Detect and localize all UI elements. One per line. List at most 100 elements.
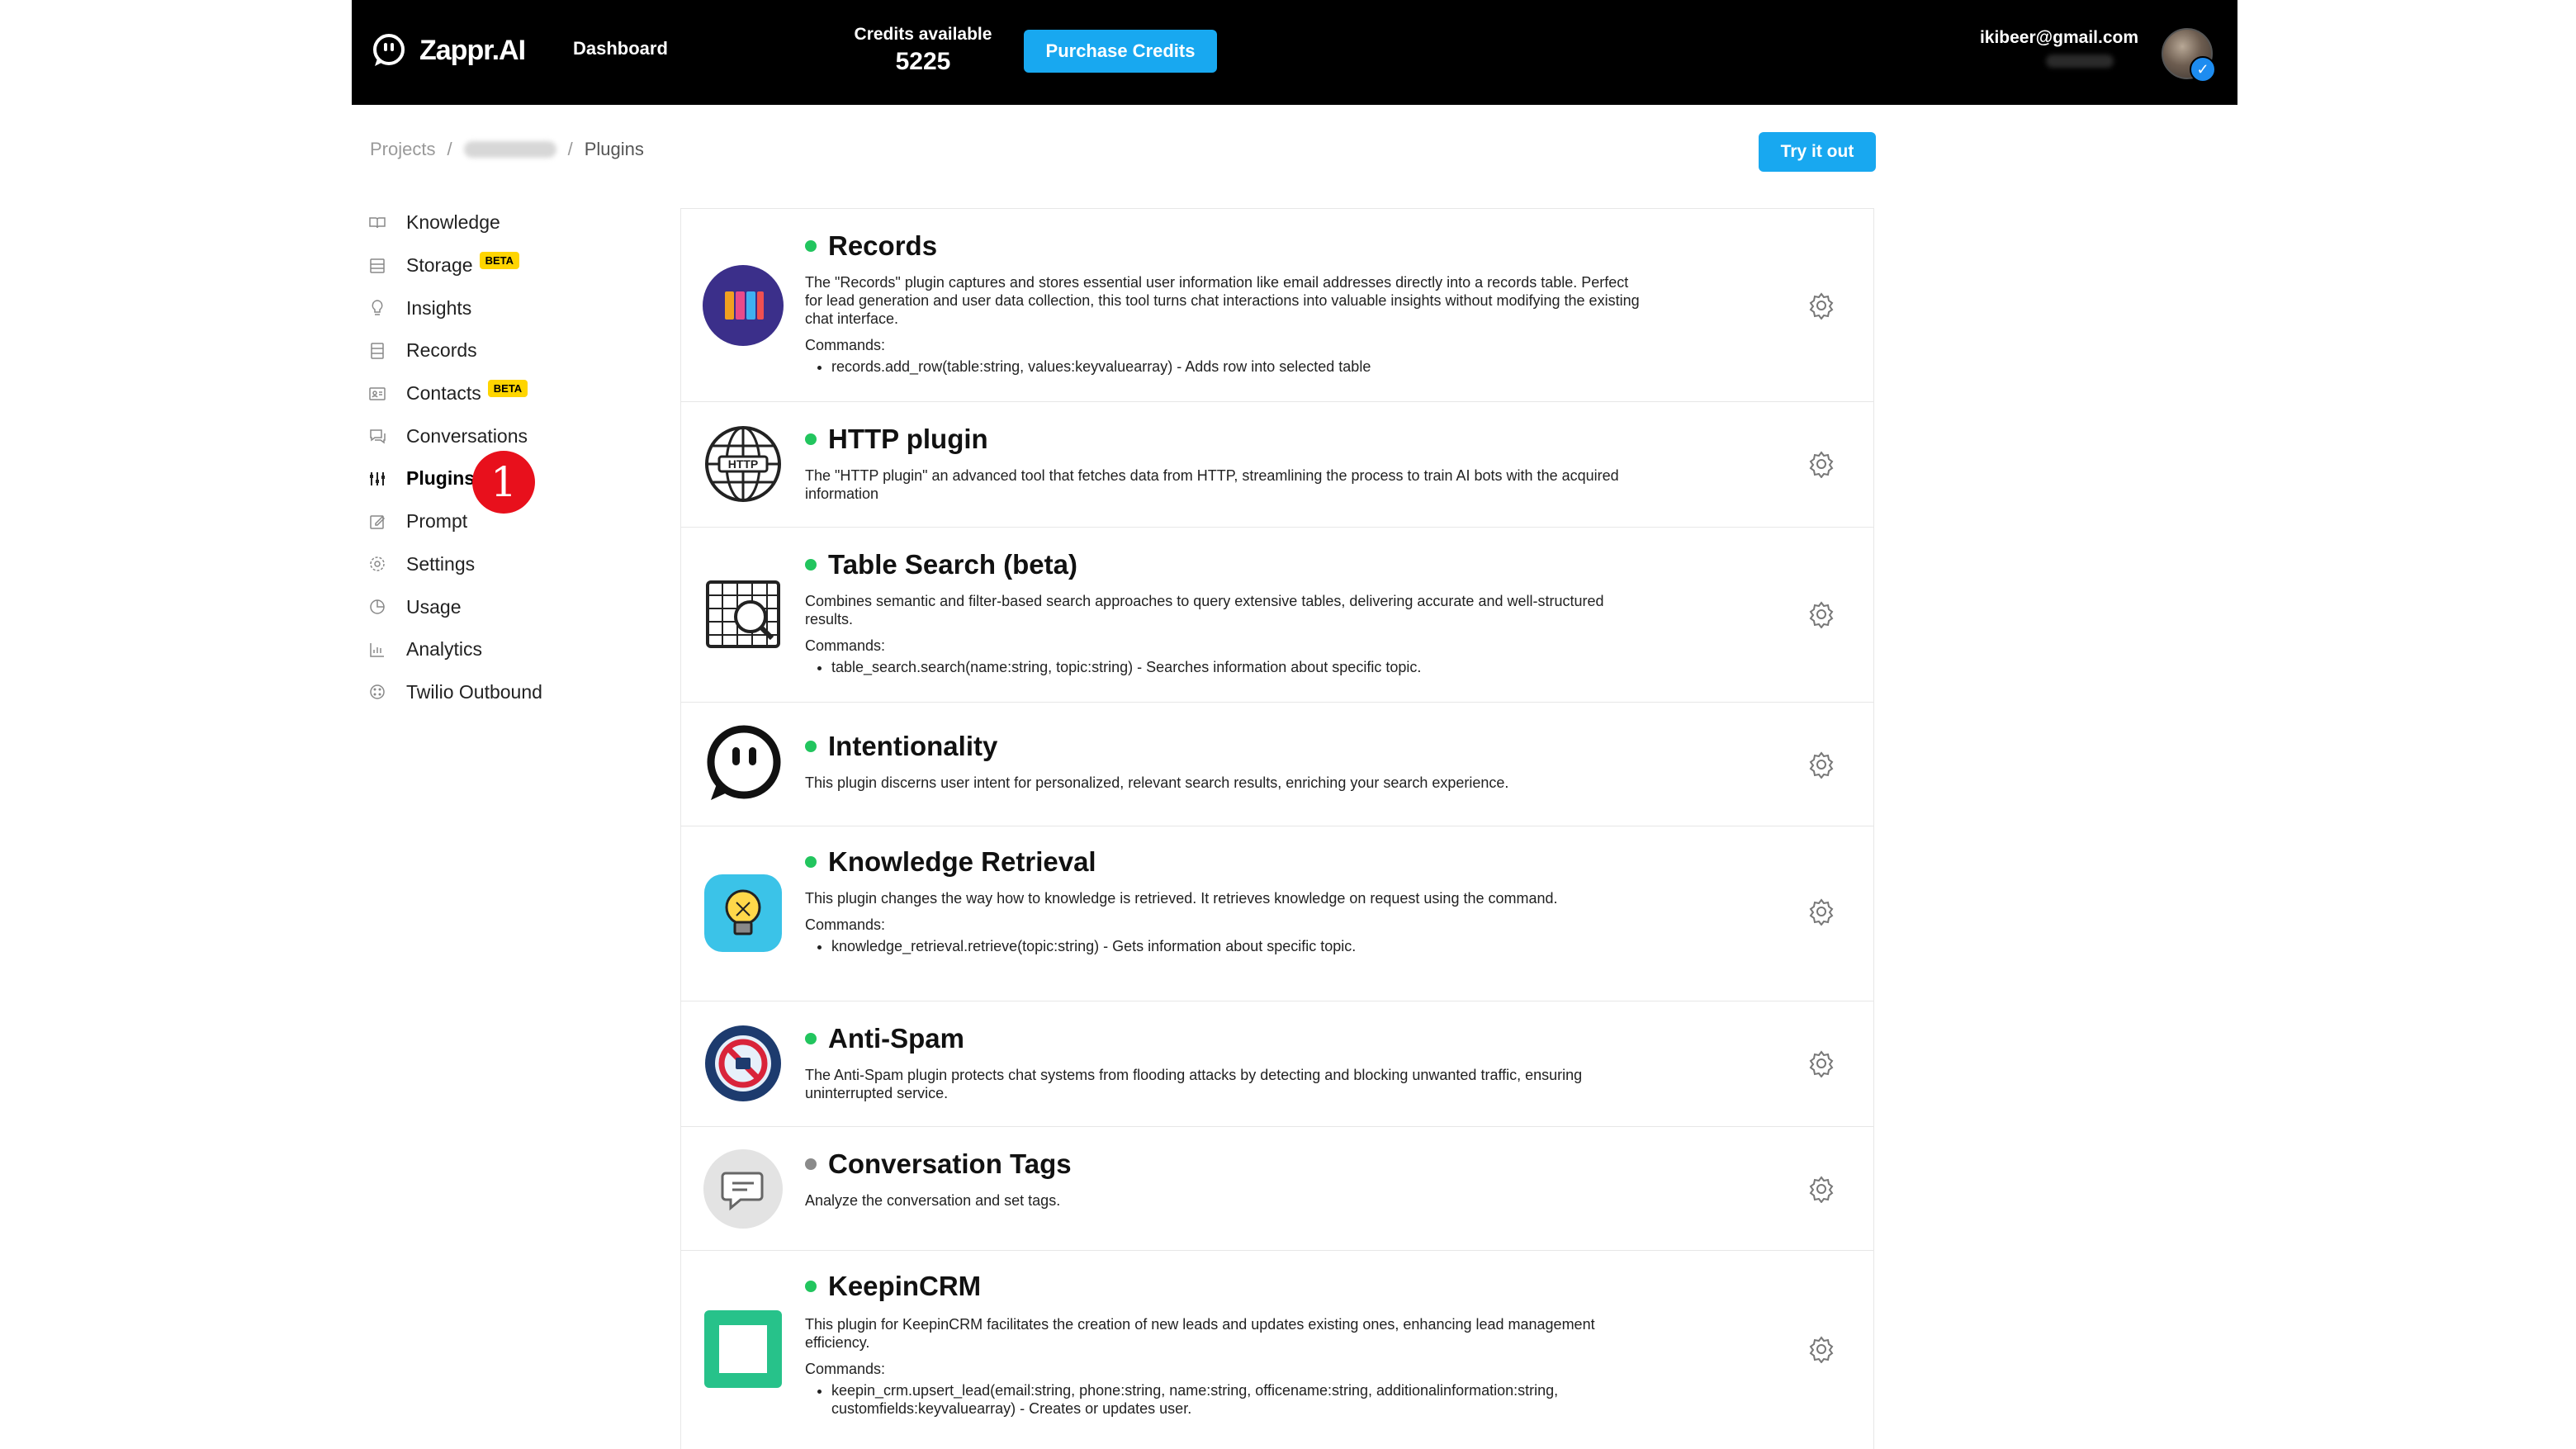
plugin-name: Intentionality (805, 731, 997, 762)
sidebar-item-label: Prompt (406, 510, 468, 533)
sidebar-item-label: Knowledge (406, 211, 500, 234)
plugin-description: The Anti-Spam plugin protects chat syste… (805, 1066, 1647, 1102)
gear-icon[interactable] (1807, 291, 1835, 320)
status-dot (805, 240, 817, 252)
gear-icon[interactable] (1807, 1049, 1835, 1077)
sidebar-item-label: Records (406, 339, 477, 362)
credits-label: Credits available (854, 25, 992, 44)
plugin-name: Table Search (beta) (805, 549, 1077, 580)
plugin-description-text: This plugin changes the way how to knowl… (805, 890, 1558, 907)
sidebar-item-label: Conversations (406, 424, 528, 447)
avatar[interactable]: ✓ (2162, 28, 2216, 83)
gear-icon[interactable] (1807, 1175, 1835, 1203)
plugin-card-table-search: Table Search (beta) Combines semantic an… (680, 527, 1874, 703)
keepincrm-logo-icon (704, 1310, 782, 1388)
plugin-card-http: HTTP HTTP plugin The "HTTP plugin" an ad… (680, 401, 1874, 528)
plugin-name: KeepinCRM (805, 1271, 981, 1302)
logo[interactable]: Zappr.AI (370, 31, 526, 69)
sidebar-item-label: Settings (406, 552, 476, 575)
commands-list: knowledge_retrieval.retrieve(topic:strin… (805, 937, 1647, 955)
sidebar-item-label: Twilio Outbound (406, 680, 542, 703)
commands-label: Commands: (805, 637, 886, 654)
plugin-description-text: The "HTTP plugin" an advanced tool that … (805, 467, 1619, 502)
breadcrumb-current: Plugins (584, 139, 644, 159)
verified-badge-icon: ✓ (2190, 56, 2216, 83)
plugin-title: Table Search (beta) (828, 549, 1077, 580)
logo-text: Zappr.AI (419, 34, 526, 66)
sidebar-item-analytics[interactable]: Analytics (368, 628, 641, 671)
plugin-name: HTTP plugin (805, 424, 988, 455)
gear-icon[interactable] (1807, 450, 1835, 478)
lightbulb-icon (372, 300, 383, 315)
status-dot (805, 559, 817, 571)
http-globe-icon: HTTP (705, 426, 781, 502)
breadcrumb-separator: / (567, 139, 573, 159)
plugin-description-text: This plugin discerns user intent for per… (805, 774, 1509, 791)
sidebar-item-contacts[interactable]: Contacts BETA (368, 372, 641, 415)
globe-icon (370, 684, 385, 700)
command-item: records.add_row(table:string, values:key… (831, 358, 1647, 376)
gear-icon[interactable] (1807, 897, 1835, 926)
sidebar-item-label: Storage (406, 254, 473, 277)
purchase-credits-button[interactable]: Purchase Credits (1024, 30, 1217, 73)
sidebar-item-twilio-outbound[interactable]: Twilio Outbound (368, 671, 641, 714)
breadcrumb-projects[interactable]: Projects (370, 139, 435, 160)
breadcrumb-project-redacted[interactable] (463, 141, 556, 158)
chart-icon (370, 642, 384, 657)
plugin-description-text: Combines semantic and filter-based searc… (805, 593, 1604, 627)
annotation-marker-1: 1 (472, 451, 535, 514)
tag-chat-icon (703, 1149, 783, 1229)
try-it-out-button[interactable]: Try it out (1759, 132, 1876, 172)
nav-dashboard-link[interactable]: Dashboard (573, 38, 668, 59)
plugin-description: This plugin for KeepinCRM facilitates th… (805, 1315, 1647, 1418)
commands-label: Commands: (805, 916, 886, 933)
status-dot (805, 741, 817, 752)
plugin-name: Conversation Tags (805, 1148, 1072, 1180)
svg-text:HTTP: HTTP (728, 457, 759, 471)
sidebar-item-label: Insights (406, 296, 472, 319)
sidebar-item-label: Analytics (406, 638, 483, 661)
plugin-title: HTTP plugin (828, 424, 988, 454)
sidebar-item-storage[interactable]: Storage BETA (368, 244, 641, 287)
logo-icon (373, 34, 405, 66)
sidebar-item-records[interactable]: Records (368, 329, 641, 372)
beta-badge: BETA (479, 252, 519, 270)
status-dot (805, 856, 817, 868)
command-item: knowledge_retrieval.retrieve(topic:strin… (831, 937, 1647, 955)
plugin-title: Knowledge Retrieval (828, 846, 1096, 877)
plugin-description-text: Analyze the conversation and set tags. (805, 1192, 1061, 1209)
plugin-description: The "HTTP plugin" an advanced tool that … (805, 466, 1647, 503)
plugin-card-anti-spam: Anti-Spam The Anti-Spam plugin protects … (680, 1001, 1874, 1127)
sidebar-item-settings[interactable]: Settings (368, 543, 641, 586)
plugin-name: Knowledge Retrieval (805, 846, 1096, 878)
edit-icon (370, 514, 386, 529)
storage-icon (370, 258, 385, 273)
plugin-card-knowledge-retrieval: Knowledge Retrieval This plugin changes … (680, 826, 1874, 1002)
status-dot (805, 1033, 817, 1044)
credits-value: 5225 (895, 48, 951, 75)
plugin-title: KeepinCRM (828, 1271, 982, 1301)
plugin-description-text: This plugin for KeepinCRM facilitates th… (805, 1316, 1595, 1351)
gear-icon[interactable] (1807, 751, 1835, 779)
breadcrumb: Projects / / Plugins (370, 139, 644, 160)
command-item: keepin_crm.upsert_lead(email:string, pho… (831, 1381, 1647, 1418)
contacts-icon (369, 386, 386, 400)
gear-icon[interactable] (1807, 600, 1835, 628)
plugin-title: Records (828, 230, 938, 261)
sidebar-item-knowledge[interactable]: Knowledge (368, 201, 641, 244)
table-search-icon (706, 580, 780, 648)
plugin-description: Analyze the conversation and set tags. (805, 1191, 1647, 1210)
plugin-title: Conversation Tags (828, 1148, 1072, 1179)
plugin-name: Records (805, 230, 937, 262)
lightbulb-plugin-icon (704, 874, 782, 952)
status-dot (805, 1158, 817, 1170)
plugin-description-text: The "Records" plugin captures and stores… (805, 274, 1640, 327)
credits-display: Credits available 5225 (841, 25, 1006, 76)
gear-icon[interactable] (1807, 1335, 1835, 1363)
user-email[interactable]: ikibeer@gmail.com (1980, 28, 2138, 48)
sidebar-item-usage[interactable]: Usage (368, 585, 641, 628)
user-subtitle-redacted (2046, 54, 2114, 68)
commands-list: table_search.search(name:string, topic:s… (805, 658, 1647, 676)
sidebar-item-insights[interactable]: Insights (368, 286, 641, 329)
plugin-description: This plugin discerns user intent for per… (805, 774, 1647, 792)
